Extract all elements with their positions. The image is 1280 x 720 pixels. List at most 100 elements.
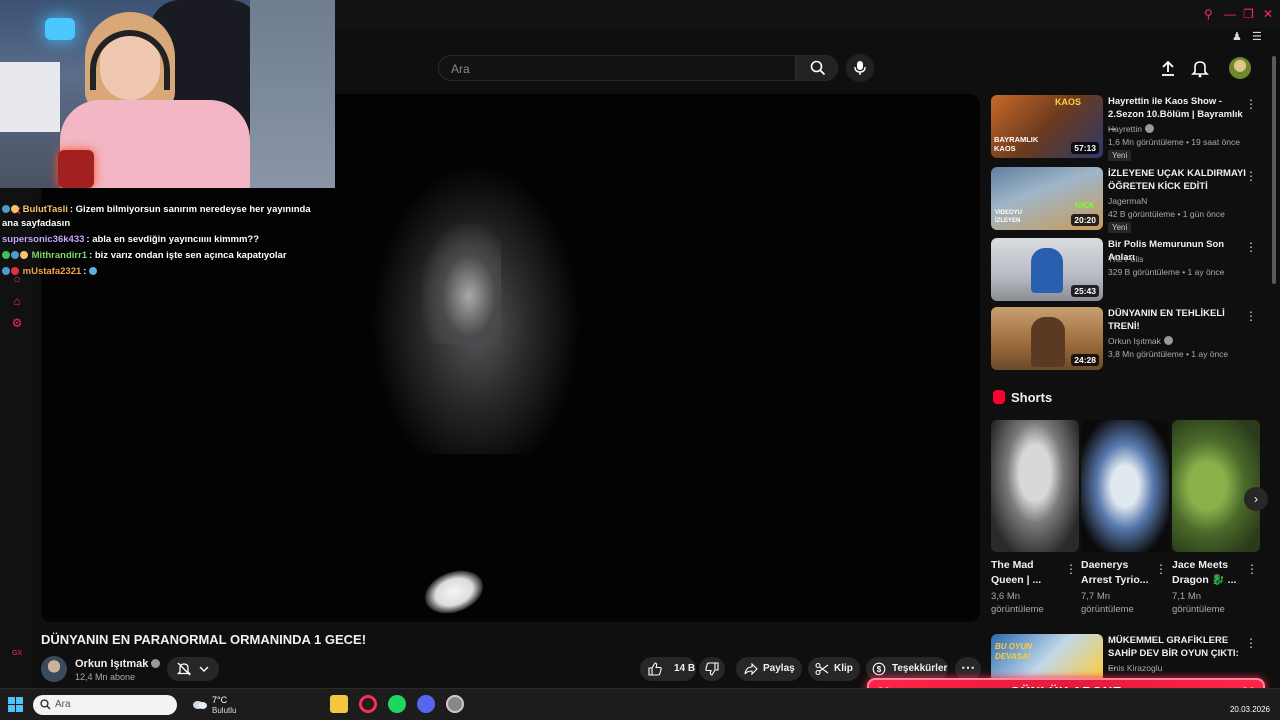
- recommended-video[interactable]: KICK VIDEOYU İZLEYEN 20:20 İZLEYENE UÇAK…: [991, 167, 1261, 233]
- dislike-button[interactable]: [699, 657, 725, 681]
- thumbnail-figure: [1031, 317, 1065, 367]
- channel-row[interactable]: Hayrettin: [1108, 124, 1155, 134]
- page-scrollbar[interactable]: [1272, 56, 1276, 284]
- share-button[interactable]: Paylaş: [736, 657, 802, 681]
- search-button[interactable]: [796, 55, 838, 81]
- share-label: Paylaş: [763, 663, 795, 674]
- thumbnail-text: BU OYUN DEVASA!: [995, 642, 1032, 661]
- webcam-microphone: [58, 150, 94, 188]
- short-title[interactable]: Jace Meets Dragon 🐉 ...: [1172, 558, 1244, 588]
- video-thumbnail[interactable]: KAOS BAYRAMLIK KAOS 57:13: [991, 95, 1103, 158]
- recommended-video[interactable]: BU OYUN DEVASA! MÜKEMMEL GRAFİKLERE SAHİ…: [991, 634, 1261, 684]
- channel-name[interactable]: Orkun Işıtmak: [1108, 336, 1161, 346]
- close-icon[interactable]: ✕: [1263, 7, 1273, 21]
- channel-name[interactable]: JagermaN: [1108, 196, 1147, 206]
- thumbnail-figure: [1031, 248, 1063, 293]
- verified-icon: [1145, 124, 1155, 133]
- more-icon[interactable]: ⋮: [1245, 240, 1257, 254]
- more-icon[interactable]: ⋮: [1245, 169, 1257, 183]
- video-thumbnail[interactable]: KICK VIDEOYU İZLEYEN 20:20: [991, 167, 1103, 230]
- video-meta: 3,8 Mn görüntüleme • 1 ay önce: [1108, 349, 1229, 359]
- app-icon[interactable]: [446, 695, 464, 713]
- more-icon[interactable]: ⋮: [1245, 636, 1257, 650]
- shorts-next-button[interactable]: ›: [1244, 487, 1268, 511]
- short-thumbnail[interactable]: [1172, 420, 1260, 552]
- notifications-bell-icon[interactable]: [1190, 58, 1210, 78]
- search-icon: [40, 699, 51, 710]
- channel-name[interactable]: Enis Kirazoglu: [1108, 663, 1162, 673]
- discord-icon[interactable]: [417, 695, 435, 713]
- restore-icon[interactable]: ❐: [1243, 7, 1254, 21]
- profile-icon[interactable]: ♟: [1232, 30, 1242, 43]
- recommended-video[interactable]: KAOS BAYRAMLIK KAOS 57:13 Hayrettin ile …: [991, 95, 1261, 161]
- short-item[interactable]: Daenerys Arrest Tyrio... 7,7 Mn görüntüle…: [1081, 420, 1169, 616]
- taskbar-date: 20.03.2026: [1229, 705, 1270, 714]
- more-icon[interactable]: ⋮: [1155, 562, 1167, 576]
- channel-avatar[interactable]: [41, 656, 67, 682]
- menu-icon[interactable]: ☰: [1252, 30, 1262, 43]
- gx-logo-icon: GX: [11, 650, 23, 657]
- scissors-icon: [815, 662, 829, 676]
- short-item[interactable]: The Mad Queen | ... 3,6 Mn görüntüleme ⋮: [991, 420, 1079, 616]
- like-button[interactable]: 14 B: [640, 657, 696, 681]
- thumbs-down-icon: [705, 662, 719, 676]
- chevron-right-icon: ›: [1254, 492, 1258, 506]
- recommended-video[interactable]: 25:43 Bir Polis Memurunun Son Anları The…: [991, 238, 1261, 302]
- channel-row[interactable]: Orkun Işıtmak: [1108, 336, 1173, 346]
- webcam-background: [250, 0, 335, 188]
- chat-badge-icon: [20, 251, 28, 259]
- channel-name[interactable]: The Polis: [1108, 254, 1143, 264]
- video-thumbnail[interactable]: BU OYUN DEVASA!: [991, 634, 1103, 684]
- short-views: 7,1 Mn görüntüleme: [1172, 591, 1225, 615]
- video-title[interactable]: İZLEYENE UÇAK KALDIRMAYI ÖĞRETEN KİCK ED…: [1108, 167, 1248, 193]
- channel-name[interactable]: Orkun Işıtmak: [75, 658, 148, 670]
- more-icon[interactable]: ⋮: [1245, 309, 1257, 323]
- taskbar-search-input[interactable]: Ara: [33, 695, 177, 715]
- more-icon[interactable]: ⋮: [1245, 97, 1257, 111]
- search-icon[interactable]: ⚲: [1204, 7, 1213, 21]
- upload-icon[interactable]: [1158, 58, 1178, 78]
- browser-extension-area: ♟ ☰: [1228, 30, 1272, 44]
- clip-button[interactable]: Klip: [808, 657, 860, 681]
- short-thumbnail[interactable]: [1081, 420, 1169, 552]
- thumbnail-text: BAYRAMLIK KAOS: [994, 135, 1039, 153]
- short-title[interactable]: The Mad Queen | ...: [991, 558, 1063, 588]
- chat-text: : abla en sevdiğin yayıncııııı kimmm??: [86, 234, 260, 245]
- windows-taskbar: Ara 7°C Bulutlu 20.03.2026: [0, 688, 1280, 720]
- opera-gx-icon[interactable]: [359, 695, 377, 713]
- channel-name[interactable]: Hayrettin: [1108, 124, 1142, 134]
- subscriber-count: 12,4 Mn abone: [75, 672, 136, 682]
- recommended-video[interactable]: 24:28 DÜNYANIN EN TEHLİKELİ TRENİ! Orkun…: [991, 307, 1261, 371]
- voice-search-button[interactable]: [846, 54, 874, 82]
- file-explorer-icon[interactable]: [330, 695, 348, 713]
- thumbs-up-icon: [648, 662, 662, 676]
- short-title[interactable]: Daenerys Arrest Tyrio...: [1081, 558, 1153, 588]
- like-count: 14 B: [674, 663, 696, 674]
- short-item[interactable]: Jace Meets Dragon 🐉 ... 7,1 Mn görüntülem…: [1172, 420, 1260, 616]
- account-avatar[interactable]: [1229, 57, 1251, 79]
- settings-icon[interactable]: ⚙: [9, 316, 25, 332]
- video-title[interactable]: DÜNYANIN EN TEHLİKELİ TRENİ!: [1108, 307, 1248, 333]
- search-input[interactable]: Ara: [438, 55, 796, 81]
- thumbnail-text: VIDEOYU İZLEYEN: [995, 210, 1023, 224]
- chat-username: BulutTasli: [22, 204, 68, 215]
- subscription-bell-button[interactable]: [167, 657, 219, 681]
- video-meta: 1,6 Mn görüntüleme • 19 saat önce: [1108, 137, 1240, 147]
- short-thumbnail[interactable]: [991, 420, 1079, 552]
- channel-name-row[interactable]: Orkun Işıtmak: [75, 658, 161, 670]
- streamer-webcam: [0, 0, 335, 188]
- minimize-icon[interactable]: —: [1224, 7, 1236, 21]
- thumbnail-text: KAOS: [1055, 97, 1082, 107]
- video-thumbnail[interactable]: 25:43: [991, 238, 1103, 301]
- windows-start-icon[interactable]: [8, 697, 23, 712]
- video-duration: 20:20: [1071, 214, 1099, 226]
- more-icon[interactable]: ⋮: [1246, 562, 1258, 576]
- video-thumbnail[interactable]: 24:28: [991, 307, 1103, 370]
- chat-username: supersonic36k433: [2, 234, 85, 245]
- webcam-lamp: [45, 18, 75, 40]
- home-icon[interactable]: ⌂: [9, 294, 25, 310]
- thanks-label: Teşekkürler: [892, 663, 948, 674]
- more-icon[interactable]: ⋮: [1065, 562, 1077, 576]
- spotify-icon[interactable]: [388, 695, 406, 713]
- share-icon: [744, 662, 758, 676]
